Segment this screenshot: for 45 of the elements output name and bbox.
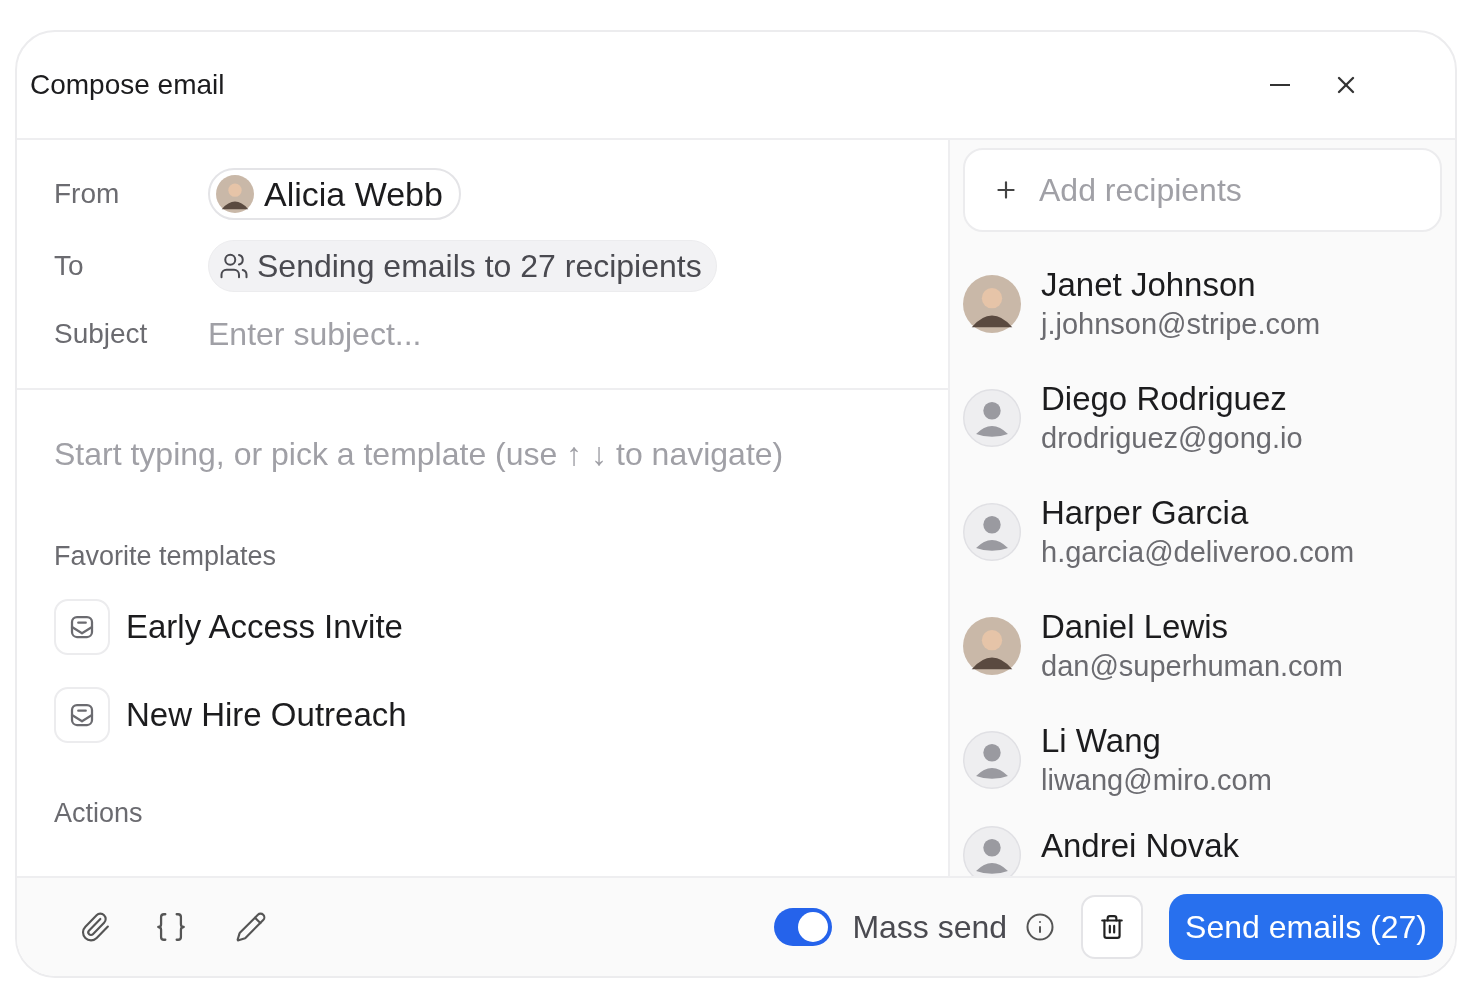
template-item[interactable]: Early Access Invite: [54, 598, 911, 655]
field-label: From: [54, 177, 121, 211]
trash-icon: [1099, 914, 1126, 940]
recipient-item[interactable]: Li Wang liwang@miro.com: [963, 712, 1442, 808]
mass-send-toggle[interactable]: [774, 908, 833, 946]
recipient-name: Harper Garcia: [1041, 493, 1250, 533]
recipient-email: h.garcia@deliveroo.com: [1041, 535, 1355, 570]
recipient-item[interactable]: Harper Garcia h.garcia@deliveroo.com: [963, 484, 1442, 580]
recipient-email: j.johnson@stripe.com: [1041, 307, 1321, 342]
mail-template-icon: [54, 686, 110, 743]
recipient-item[interactable]: Diego Rodriguez drodriguez@gong.io: [963, 370, 1442, 466]
info-icon: [1025, 912, 1056, 942]
recipient-name: Diego Rodriguez: [1041, 379, 1288, 419]
mail-template-icon: [54, 598, 110, 655]
recipient-email: liwang@miro.com: [1041, 763, 1272, 798]
avatar-placeholder-icon: [963, 731, 1021, 789]
section-heading: Favorite templates: [54, 540, 278, 573]
recipient-email: dan@superhuman.com: [1041, 649, 1343, 684]
send-button[interactable]: Send emails (27): [1169, 894, 1443, 960]
pencil-icon: [235, 911, 267, 943]
section-heading: Actions: [54, 796, 144, 830]
recipient-name: Janet Johnson: [1041, 265, 1257, 305]
recipients-chip[interactable]: Sending emails to 27 recipients: [208, 240, 717, 292]
field-label: To: [54, 249, 85, 283]
recipient-item[interactable]: Janet Johnson j.johnson@stripe.com: [963, 256, 1442, 352]
recipient-item[interactable]: Daniel Lewis dan@superhuman.com: [963, 598, 1442, 694]
users-icon: [219, 251, 249, 281]
field-label: Subject: [54, 317, 149, 351]
add-recipients-field[interactable]: Add recipients: [963, 148, 1442, 232]
template-item[interactable]: New Hire Outreach: [54, 686, 911, 743]
braces-icon: [154, 910, 188, 944]
delete-button[interactable]: [1081, 895, 1144, 959]
recipient-name: Daniel Lewis: [1041, 607, 1230, 647]
subject-field[interactable]: Enter subject...: [208, 312, 808, 356]
recipient-name: Andrei Novak: [1041, 826, 1240, 866]
minimize-icon: [1270, 84, 1290, 86]
body-field[interactable]: Start typing, or pick a template (use ↑ ↓ to navigate): [54, 430, 914, 480]
avatar-placeholder-icon: [963, 389, 1021, 447]
recipient-name: Li Wang: [1041, 721, 1162, 761]
mass-send-label: Mass send: [852, 908, 1008, 947]
window-title: Compose email: [30, 68, 225, 102]
sender-chip[interactable]: Alicia Webb: [208, 168, 461, 220]
paperclip-icon: [79, 911, 111, 943]
avatar-placeholder-icon: [963, 503, 1021, 561]
recipient-email: drodriguez@gong.io: [1041, 421, 1303, 456]
